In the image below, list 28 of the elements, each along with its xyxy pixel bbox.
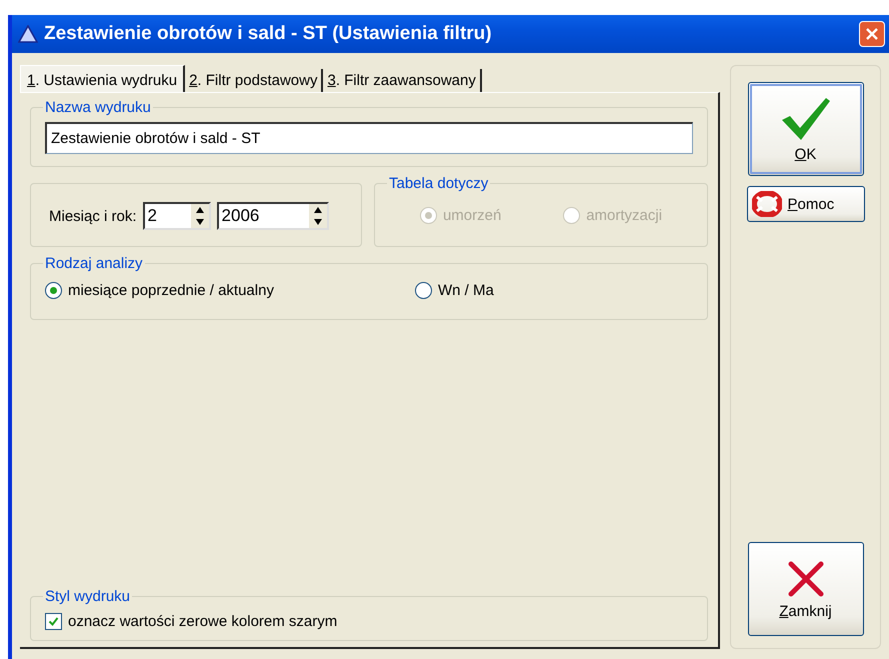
group-title: Rodzaj analizy <box>44 255 144 272</box>
name-field[interactable]: Zestawienie obrotów i sald - ST <box>45 122 693 154</box>
year-spinner[interactable]: 2006 <box>216 202 329 230</box>
radio-button[interactable] <box>415 282 432 299</box>
group-title: Styl wydruku <box>44 588 132 605</box>
checkmark-icon <box>780 96 832 142</box>
radio-label: miesiące poprzednie / aktualny <box>68 282 274 299</box>
close-button[interactable] <box>859 21 885 47</box>
radio-label: umorzeń <box>442 206 502 224</box>
checkbox-label: oznacz wartości zerowe kolorem szarym <box>68 613 338 630</box>
month-spinner[interactable]: 2 <box>142 202 211 230</box>
cross-icon <box>786 558 826 598</box>
close-dialog-button[interactable]: Zamknij <box>748 542 864 636</box>
triangle-icon <box>18 25 38 43</box>
field-label: Miesiąc i rok: <box>49 208 137 224</box>
radio-label: Wn / Ma <box>438 282 494 299</box>
ok-button[interactable]: OK <box>748 82 864 176</box>
check-icon <box>48 616 59 627</box>
tab[interactable]: 1. Ustawienia wydruku <box>20 65 186 93</box>
group-title: Tabela dotyczy <box>388 175 490 192</box>
help-button[interactable]: Pomoc <box>746 186 864 222</box>
radio-label: amortyzacji <box>586 206 662 224</box>
radio-button[interactable] <box>45 282 62 299</box>
checkbox[interactable] <box>45 613 62 630</box>
lifebuoy-icon <box>752 191 782 217</box>
group-title: Nazwa wydruku <box>44 99 152 116</box>
close-icon <box>865 27 879 41</box>
window-title: Zestawienie obrotów i sald - ST (Ustawienia filtru) <box>44 23 493 45</box>
